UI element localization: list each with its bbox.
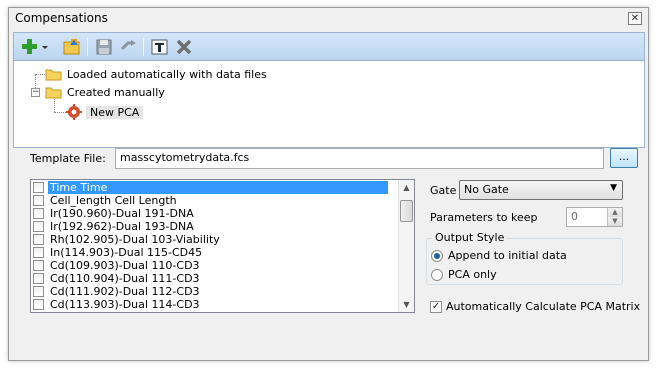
list-item[interactable]: Cd(113.903)-Dual 114-CD3 [33, 298, 397, 311]
stepper-down-icon[interactable]: ▼ [608, 217, 622, 226]
delete-button[interactable] [174, 37, 194, 57]
auto-calculate-label: Automatically Calculate PCA Matrix [446, 300, 641, 313]
list-item-label: Ir(190.960)-Dual 191-DNA [50, 207, 194, 220]
list-item-label: Cd(109.903)-Dual 110-CD3 [50, 259, 200, 272]
scroll-thumb[interactable] [400, 200, 413, 222]
text-edit-icon [151, 39, 168, 55]
parameters-to-keep-label: Parameters to keep [430, 211, 538, 224]
stepper-value: 0 [571, 210, 578, 223]
list-item[interactable]: Ir(190.960)-Dual 191-DNA [33, 207, 397, 220]
tree-connector [54, 112, 66, 113]
list-scrollbar[interactable]: ▲ ▼ [398, 180, 414, 312]
list-item[interactable]: Rh(102.905)-Dual 103-Viability [33, 233, 397, 246]
stepper-up-icon[interactable]: ▲ [608, 208, 622, 217]
list-item[interactable]: Time Time [33, 181, 397, 194]
gear-icon [66, 104, 82, 120]
list-item-label: Cd(113.903)-Dual 114-CD3 [50, 298, 200, 311]
close-button[interactable]: ✕ [628, 12, 642, 25]
link-button[interactable] [118, 37, 138, 57]
link-icon [120, 40, 136, 51]
add-dropdown-button[interactable] [40, 37, 50, 57]
list-item-label: Cd(111.902)-Dual 112-CD3 [50, 285, 200, 298]
dropdown-arrow-icon [42, 46, 48, 49]
tree-node-label: Created manually [67, 85, 165, 99]
x-icon [176, 39, 192, 55]
compensations-window: Compensations ✕ Loaded automatically wit… [8, 7, 649, 361]
list-item-label: In(114.903)-Dual 115-CD45 [50, 246, 203, 259]
radio-label: Append to initial data [448, 249, 567, 262]
list-item-checkbox[interactable] [33, 273, 44, 284]
template-file-field[interactable]: masscytometrydata.fcs [115, 148, 604, 169]
list-item[interactable]: Ir(192.962)-Dual 193-DNA [33, 220, 397, 233]
title-bar: Compensations ✕ [9, 8, 648, 30]
tree-node-loaded-automatically[interactable]: Loaded automatically with data files [45, 65, 267, 83]
parameters-to-keep-stepper[interactable]: 0 ▲ ▼ [566, 207, 623, 227]
list-item-checkbox[interactable] [33, 260, 44, 271]
list-item-label: Cell_length Cell Length [50, 194, 177, 207]
toolbar-separator [143, 38, 144, 56]
tree-node-label: Loaded automatically with data files [67, 67, 267, 81]
radio-pca-only[interactable]: PCA only [431, 268, 497, 281]
floppy-disk-icon [96, 39, 112, 55]
tree-connector [35, 74, 45, 75]
folder-icon [45, 87, 62, 99]
auto-calculate-checkbox[interactable]: ✓ [430, 300, 442, 313]
chevron-down-icon: ▼ [610, 183, 617, 193]
tree-node-new-pca[interactable]: New PCA [66, 103, 144, 121]
radio-append-to-initial-data[interactable]: Append to initial data [431, 249, 567, 262]
output-style-title: Output Style [433, 231, 507, 244]
scroll-down-icon[interactable]: ▼ [399, 297, 414, 312]
gate-label: Gate [430, 184, 457, 197]
list-item-label: Cd(110.904)-Dual 111-CD3 [50, 272, 200, 285]
save-button[interactable] [94, 37, 114, 57]
parameter-list[interactable]: Time Time Cell_length Cell Length Ir(190… [30, 179, 415, 313]
auto-calculate-checkbox-row[interactable]: ✓ Automatically Calculate PCA Matrix [430, 300, 640, 313]
list-item[interactable]: Cd(110.904)-Dual 111-CD3 [33, 272, 397, 285]
list-item-checkbox[interactable] [33, 286, 44, 297]
list-item-checkbox[interactable] [33, 208, 44, 219]
collapse-expander[interactable]: − [31, 88, 40, 97]
toolbar [13, 32, 645, 60]
list-item-checkbox[interactable] [33, 234, 44, 245]
list-item-label: Ir(192.962)-Dual 193-DNA [50, 220, 194, 233]
list-item-label: Time Time [48, 181, 388, 194]
list-item[interactable]: Cd(111.902)-Dual 112-CD3 [33, 285, 397, 298]
add-button[interactable] [20, 37, 40, 57]
plus-icon [22, 39, 37, 54]
folder-icon [45, 69, 62, 81]
radio-button[interactable] [431, 268, 443, 281]
scroll-up-icon[interactable]: ▲ [399, 180, 414, 195]
radio-label: PCA only [448, 268, 497, 281]
tree-node-created-manually[interactable]: Created manually [45, 83, 165, 101]
list-item-checkbox[interactable] [33, 195, 44, 206]
gate-dropdown[interactable]: No Gate ▼ [459, 180, 623, 200]
stepper-buttons: ▲ ▼ [607, 208, 622, 226]
output-style-group: Output Style Append to initial data PCA … [426, 231, 623, 285]
list-item[interactable]: Cd(109.903)-Dual 110-CD3 [33, 259, 397, 272]
import-button[interactable] [62, 37, 82, 57]
list-item-label: Rh(102.905)-Dual 103-Viability [50, 233, 220, 246]
list-item-checkbox[interactable] [33, 247, 44, 258]
tree-node-label: New PCA [86, 105, 144, 119]
toolbar-separator [87, 38, 88, 56]
list-item[interactable]: In(114.903)-Dual 115-CD45 [33, 246, 397, 259]
list-item-checkbox[interactable] [33, 299, 44, 310]
compensation-tree: Loaded automatically with data files − C… [13, 60, 645, 148]
rename-button[interactable] [150, 37, 170, 57]
radio-button[interactable] [431, 249, 443, 262]
browse-button[interactable]: ... [610, 148, 638, 168]
window-title: Compensations [15, 11, 108, 25]
list-item-checkbox[interactable] [33, 182, 44, 193]
gate-dropdown-value: No Gate [464, 183, 509, 196]
list-item-checkbox[interactable] [33, 221, 44, 232]
folder-up-icon [63, 39, 80, 55]
template-file-label: Template File: [30, 152, 106, 165]
list-item[interactable]: Cell_length Cell Length [33, 194, 397, 207]
